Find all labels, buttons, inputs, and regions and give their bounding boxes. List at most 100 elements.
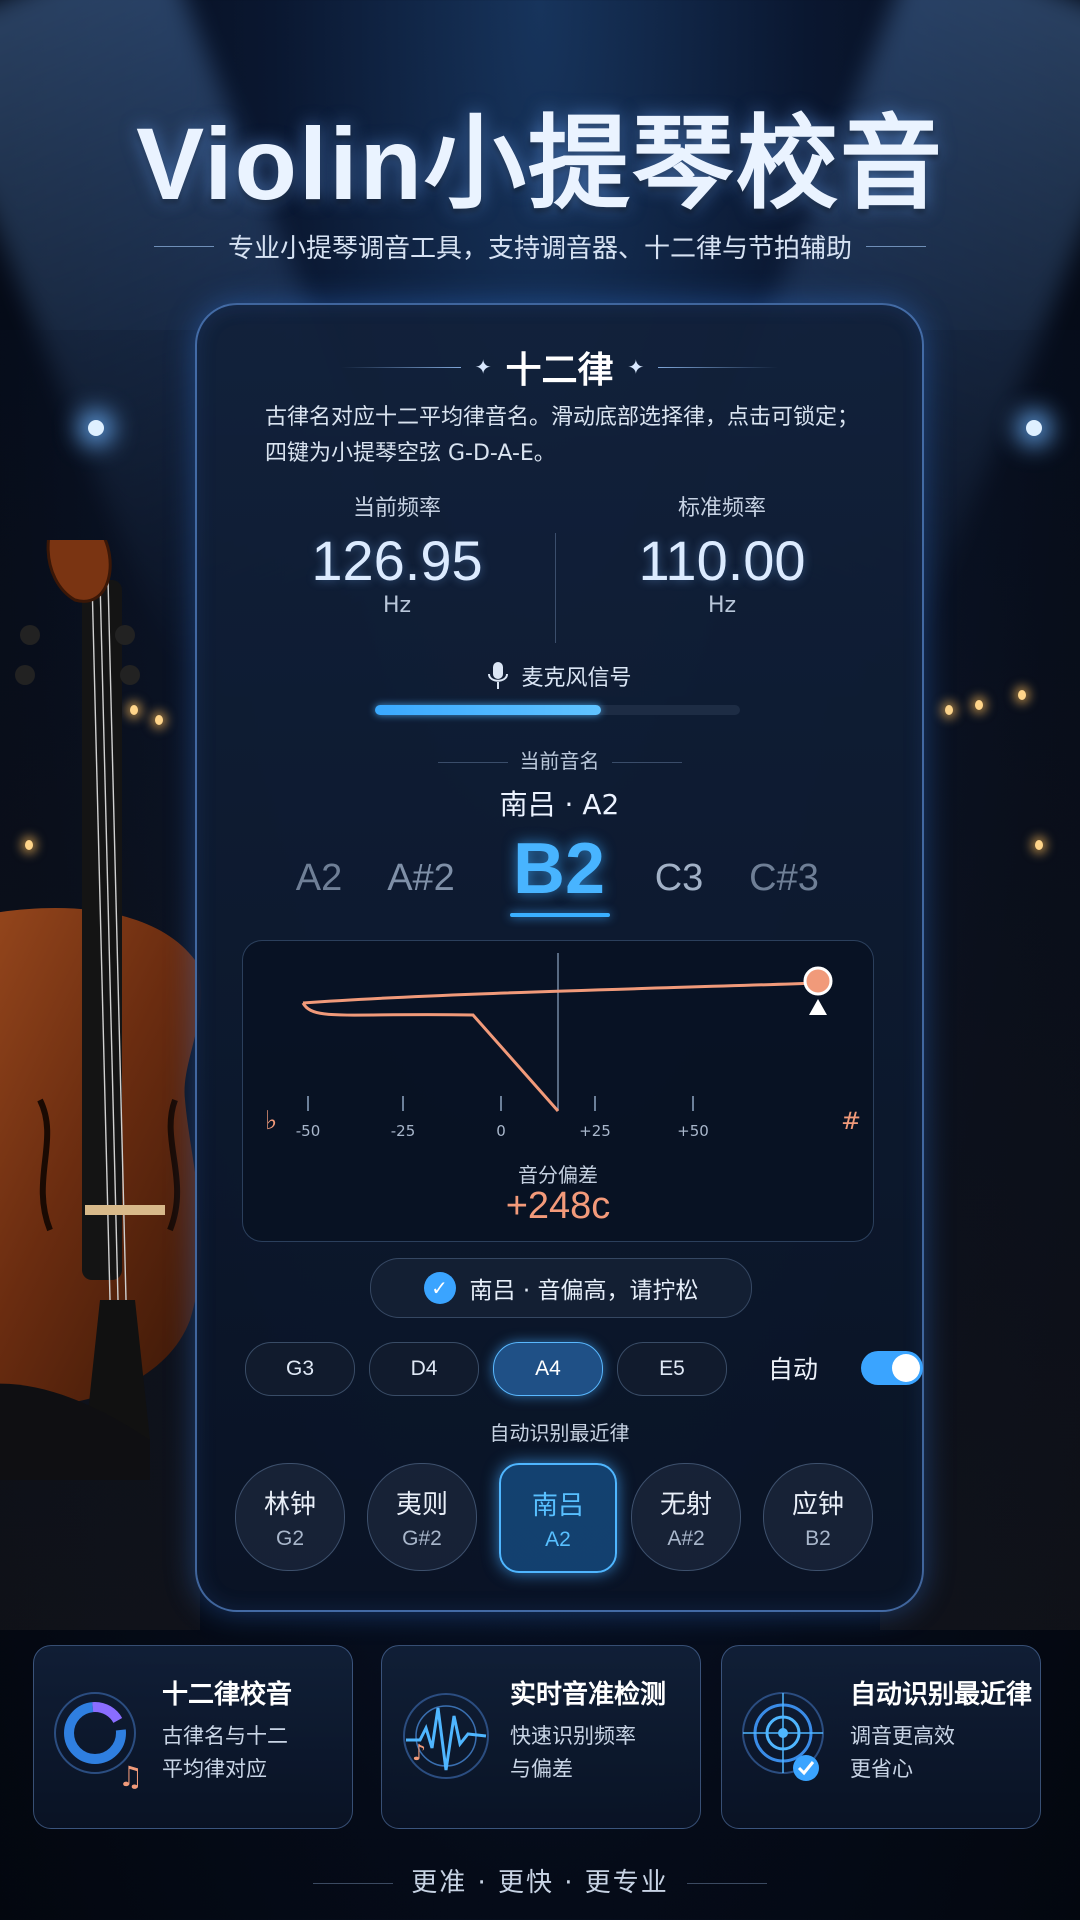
sparkle-icon: ✦ bbox=[474, 355, 492, 379]
divider bbox=[340, 366, 461, 368]
microphone-icon bbox=[488, 662, 509, 689]
waveform-icon: ♪ bbox=[403, 1693, 489, 1779]
feature-desc: 调音更高效 更省心 bbox=[850, 1724, 955, 1781]
auto-label: 自动 bbox=[768, 1355, 819, 1384]
stage-light-icon bbox=[88, 420, 104, 436]
divider bbox=[866, 246, 926, 247]
app-title: Violin小提琴校音 bbox=[136, 107, 944, 221]
lu-note: A2 bbox=[545, 1527, 571, 1551]
target-check-icon bbox=[742, 1692, 824, 1781]
string-button-a4[interactable]: A4 bbox=[493, 1342, 603, 1396]
divider bbox=[658, 366, 779, 368]
mic-signal-label: 麦克风信号 bbox=[521, 666, 632, 691]
balcony-lamp bbox=[975, 700, 983, 710]
auto-detect-toggle[interactable] bbox=[861, 1351, 923, 1385]
svg-text:♪: ♪ bbox=[412, 1741, 426, 1766]
tuning-status: ✓ 南吕 · 音偏高，请拧松 bbox=[370, 1258, 752, 1318]
tuner-card: ✦ 十二律 ✦ 古律名对应十二平均律音名。滑动底部选择律，点击可锁定；四键为小提… bbox=[195, 303, 924, 1612]
lu-note: B2 bbox=[805, 1526, 831, 1550]
string-button-d4[interactable]: D4 bbox=[369, 1342, 479, 1396]
divider bbox=[313, 1883, 394, 1884]
string-button-g3[interactable]: G3 bbox=[245, 1342, 355, 1396]
lu-name: 无射 bbox=[659, 1489, 712, 1520]
cents-meter: -50 -25 0 +25 +50 ♭ # 音分偏差 +248c bbox=[242, 940, 874, 1242]
current-note-label: 当前音名 bbox=[519, 749, 600, 773]
frequency-panel: 当前频率 126.95 Hz 标准频率 110.00 Hz bbox=[237, 490, 882, 640]
feature-card-auto-detect: 自动识别最近律 调音更高效 更省心 bbox=[721, 1645, 1041, 1829]
open-string-selector: G3 D4 A4 E5 自动 bbox=[245, 1342, 923, 1398]
current-freq-label: 当前频率 bbox=[352, 496, 441, 521]
current-freq-value: 126.95 bbox=[311, 529, 483, 592]
mic-signal-level bbox=[375, 705, 602, 715]
feature-title: 自动识别最近律 bbox=[850, 1680, 1033, 1710]
feature-card-realtime: ♪ 实时音准检测 快速识别频率 与偏差 bbox=[381, 1645, 701, 1829]
lu-item-yingzhong[interactable]: 应钟 B2 bbox=[763, 1463, 873, 1571]
card-title: 十二律 bbox=[505, 350, 614, 391]
app-subtitle: 专业小提琴调音工具，支持调音器、十二律与节拍辅助 bbox=[227, 234, 852, 264]
feature-desc: 快速识别频率 与偏差 bbox=[510, 1724, 636, 1781]
selected-note-indicator bbox=[510, 913, 610, 917]
lu-selector: 林钟 G2 夷则 G#2 南吕 A2 无射 A#2 应钟 B2 bbox=[235, 1463, 885, 1573]
mic-signal-row: 麦克风信号 bbox=[197, 660, 922, 692]
subtitle-row: 专业小提琴调音工具，支持调音器、十二律与节拍辅助 bbox=[0, 228, 1080, 265]
balcony-lamp bbox=[1018, 690, 1026, 700]
sparkle-icon: ✦ bbox=[627, 355, 645, 379]
pointer-triangle-icon bbox=[809, 999, 827, 1015]
meter-tick-label: 0 bbox=[496, 1122, 506, 1140]
lu-name: 南吕 bbox=[531, 1490, 584, 1521]
toggle-knob bbox=[892, 1354, 920, 1382]
cents-label: 音分偏差 bbox=[518, 1163, 598, 1187]
lu-note: G#2 bbox=[402, 1526, 442, 1550]
note-option[interactable]: C3 bbox=[655, 857, 704, 900]
lu-item-wushe[interactable]: 无射 A#2 bbox=[631, 1463, 741, 1571]
meter-tick-label: +25 bbox=[579, 1122, 611, 1140]
meter-tick-label: +50 bbox=[677, 1122, 709, 1140]
note-carousel[interactable]: A2 A#2 B2 C3 C#3 bbox=[197, 828, 922, 910]
current-freq-unit: Hz bbox=[382, 593, 412, 618]
balcony-lamp bbox=[1035, 840, 1043, 850]
note-option[interactable]: A2 bbox=[296, 857, 342, 900]
note-option-selected[interactable]: B2 bbox=[513, 828, 605, 910]
feature-desc: 古律名与十二 平均律对应 bbox=[162, 1724, 288, 1781]
divider bbox=[555, 533, 556, 643]
auto-detect-caption: 自动识别最近律 bbox=[489, 1421, 630, 1445]
pitch-marker bbox=[803, 966, 833, 996]
current-note-heading: 当前音名 bbox=[197, 745, 922, 774]
mic-signal-meter bbox=[375, 705, 740, 715]
lu-note: G2 bbox=[275, 1526, 304, 1550]
standard-frequency: 标准频率 110.00 Hz bbox=[562, 490, 882, 618]
tuning-status-text: 南吕 · 音偏高，请拧松 bbox=[469, 1278, 699, 1304]
card-description: 古律名对应十二平均律音名。滑动底部选择律，点击可锁定；四键为小提琴空弦 G-D-… bbox=[265, 405, 860, 466]
check-icon: ✓ bbox=[423, 1272, 456, 1304]
lu-item-nanlu[interactable]: 南吕 A2 bbox=[499, 1463, 617, 1573]
divider bbox=[153, 246, 214, 247]
string-button-e5[interactable]: E5 bbox=[617, 1342, 727, 1396]
card-header: ✦ 十二律 ✦ bbox=[197, 341, 922, 393]
current-note-name: 南吕 · A2 bbox=[499, 788, 620, 821]
standard-freq-value: 110.00 bbox=[638, 529, 806, 592]
lu-item-linzhong[interactable]: 林钟 G2 bbox=[235, 1463, 345, 1571]
cents-value: +248c bbox=[505, 1185, 611, 1227]
standard-freq-label: 标准频率 bbox=[677, 496, 766, 521]
pitch-trace-line bbox=[302, 981, 819, 1005]
sharp-symbol: # bbox=[841, 1107, 861, 1135]
pitch-trace-line bbox=[301, 1002, 560, 1112]
feature-title: 实时音准检测 bbox=[510, 1680, 667, 1710]
divider bbox=[686, 1883, 767, 1884]
feature-card-twelve-lu: ♫ 十二律校音 古律名与十二 平均律对应 bbox=[33, 1645, 353, 1829]
feature-title: 十二律校音 bbox=[162, 1680, 293, 1710]
dial-note-icon: ♫ bbox=[54, 1692, 143, 1793]
divider bbox=[437, 762, 508, 763]
lu-name: 林钟 bbox=[263, 1489, 316, 1520]
flat-symbol: ♭ bbox=[265, 1106, 277, 1136]
footer-slogan: 更准 · 更快 · 更专业 bbox=[0, 1862, 1080, 1899]
balcony-lamp bbox=[945, 705, 953, 715]
note-option[interactable]: A#2 bbox=[387, 857, 455, 900]
meter-tick-label: -25 bbox=[391, 1122, 416, 1140]
divider bbox=[611, 762, 682, 763]
svg-text:♫: ♫ bbox=[118, 1760, 143, 1793]
lu-item-yize[interactable]: 夷则 G#2 bbox=[367, 1463, 477, 1571]
note-option[interactable]: C#3 bbox=[749, 857, 819, 900]
lu-name: 夷则 bbox=[395, 1489, 448, 1520]
stage-light-icon bbox=[1026, 420, 1042, 436]
